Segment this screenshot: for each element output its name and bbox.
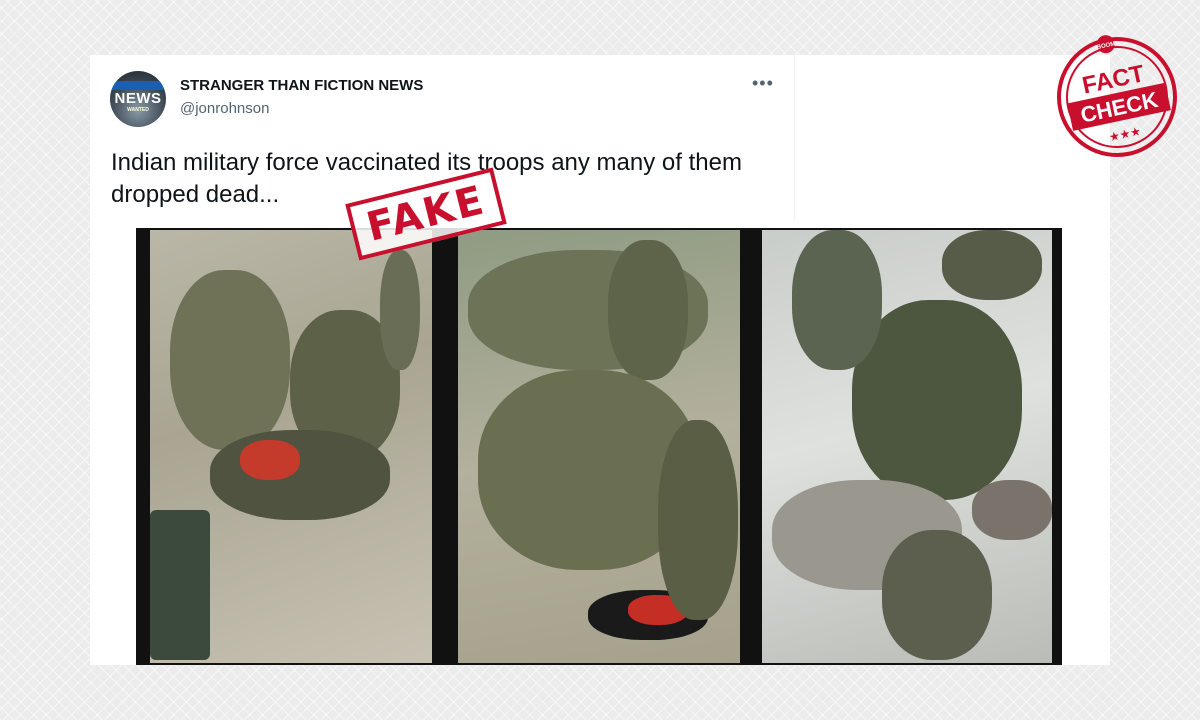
tweet-media[interactable]: [136, 228, 1062, 665]
fact-check-badge: BOOM FACT CHECK ★★★: [1057, 35, 1177, 157]
avatar[interactable]: NEWS WANTED: [110, 71, 166, 127]
badge-stars: ★★★: [1108, 124, 1142, 144]
more-horizontal-icon[interactable]: •••: [752, 73, 774, 94]
video-frame-3: [762, 230, 1052, 663]
avatar-banner: [110, 81, 166, 90]
tweet-card: NEWS WANTED STRANGER THAN FICTION NEWS @…: [90, 55, 1110, 665]
user-handle[interactable]: @jonrohnson: [180, 100, 269, 117]
video-frame-1: [150, 230, 432, 663]
avatar-subtitle: WANTED: [127, 107, 149, 113]
display-name[interactable]: STRANGER THAN FICTION NEWS: [180, 77, 423, 94]
avatar-title: NEWS: [114, 90, 162, 107]
video-frame-2: [458, 230, 740, 663]
